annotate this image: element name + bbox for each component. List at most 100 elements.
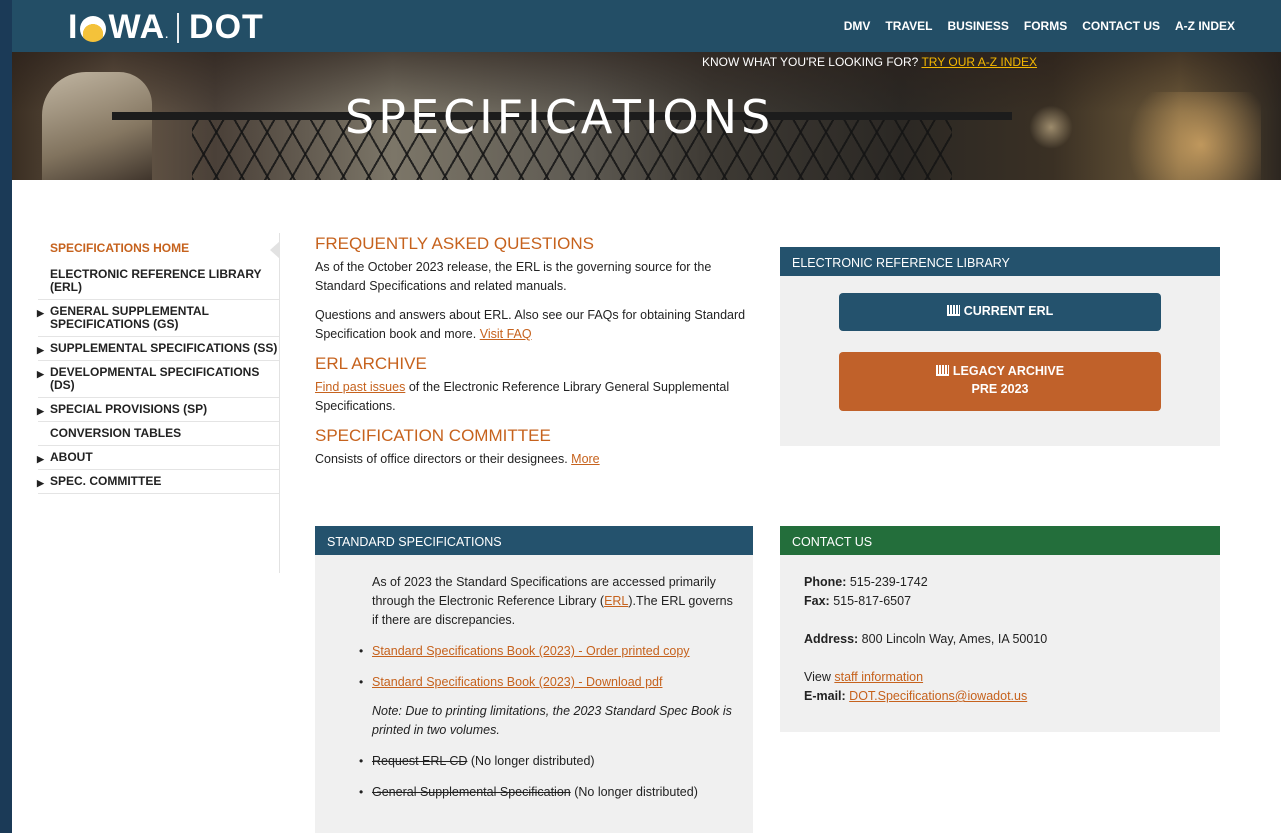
hero-worker-image	[42, 72, 152, 180]
sidebar-item-supplemental[interactable]: ▶ SUPPLEMENTAL SPECIFICATIONS (SS)	[37, 337, 279, 361]
list-item: Request ERL CD (No longer distributed)	[357, 752, 733, 771]
committee-text: Consists of office directors or their de…	[315, 452, 568, 466]
email-link[interactable]: DOT.Specifications@iowadot.us	[849, 689, 1027, 703]
sidebar-item-spec-committee[interactable]: ▶ SPEC. COMMITTEE	[37, 470, 279, 494]
sidebar-item-label: ABOUT	[50, 450, 93, 464]
expand-arrow-icon[interactable]: ▶	[37, 368, 44, 381]
logo-dot: DOT	[189, 8, 264, 46]
erl-panel: ELECTRONIC REFERENCE LIBRARY CURRENT ERL…	[780, 247, 1220, 446]
current-erl-button[interactable]: CURRENT ERL	[839, 293, 1161, 331]
logo-dot-mark: .	[165, 30, 170, 41]
nav-travel[interactable]: TRAVEL	[885, 19, 932, 33]
staff-information-link[interactable]: staff information	[834, 670, 923, 684]
sidebar-item-about[interactable]: ▶ ABOUT	[37, 446, 279, 470]
faq-paragraph-1: As of the October 2023 release, the ERL …	[315, 260, 712, 293]
find-past-issues-link[interactable]: Find past issues	[315, 380, 405, 394]
sidebar-item-label: SPECIAL PROVISIONS (SP)	[50, 402, 208, 416]
top-nav: DMV TRAVEL BUSINESS FORMS CONTACT US A-Z…	[844, 19, 1235, 33]
fax-value: 515-817-6507	[833, 594, 912, 608]
sidebar-item-label: DEVELOPMENTAL SPECIFICATIONS (DS)	[50, 365, 260, 392]
sidebar-item-label: SPEC. COMMITTEE	[50, 474, 162, 488]
expand-arrow-icon[interactable]: ▶	[37, 477, 44, 490]
address-row: Address: 800 Lincoln Way, Ames, IA 50010	[804, 630, 1196, 649]
sidebar-item-general-supplemental[interactable]: ▶ GENERAL SUPPLEMENTAL SPECIFICATIONS (G…	[37, 300, 279, 337]
sidebar-item-label: SPECIFICATIONS HOME	[50, 241, 190, 255]
erl-link[interactable]: ERL	[604, 594, 628, 608]
legacy-archive-label: LEGACY ARCHIVE	[952, 364, 1065, 378]
committee-paragraph: Consists of office directors or their de…	[315, 450, 755, 469]
iowa-dot-logo[interactable]: I WA . DOT	[68, 8, 264, 47]
request-erl-cd-note: (No longer distributed)	[467, 754, 595, 768]
az-index-link[interactable]: TRY OUR A-Z INDEX	[921, 55, 1037, 69]
phone-row: Phone: 515-239-1742	[804, 573, 1196, 592]
sidebar-item-erl[interactable]: ELECTRONIC REFERENCE LIBRARY (ERL)	[38, 263, 279, 300]
list-item: Standard Specifications Book (2023) - Do…	[357, 673, 733, 692]
hero-lights	[961, 92, 1261, 180]
standard-specifications-list: Standard Specifications Book (2023) - Or…	[357, 642, 733, 692]
erl-archive-heading: ERL ARCHIVE	[315, 354, 427, 373]
request-erl-cd-text: Request ERL CD	[372, 754, 468, 768]
download-pdf-link[interactable]: Standard Specifications Book (2023) - Do…	[372, 675, 662, 689]
books-icon	[935, 365, 949, 376]
erl-archive-paragraph: Find past issues of the Electronic Refer…	[315, 378, 755, 416]
sidebar-item-specifications-home[interactable]: SPECIFICATIONS HOME	[38, 233, 280, 263]
logo-divider	[177, 12, 180, 43]
general-supplemental-note: (No longer distributed)	[570, 785, 698, 799]
standard-specifications-intro: As of 2023 the Standard Specifications a…	[372, 573, 733, 630]
page: I WA . DOT DMV TRAVEL BUSINESS FORMS CON…	[12, 0, 1281, 833]
email-row: E-mail: DOT.Specifications@iowadot.us	[804, 687, 1196, 706]
visit-faq-link[interactable]: Visit FAQ	[480, 327, 532, 341]
faq-heading: FREQUENTLY ASKED QUESTIONS	[315, 234, 594, 253]
expand-arrow-icon[interactable]: ▶	[37, 453, 44, 466]
erl-panel-header: ELECTRONIC REFERENCE LIBRARY	[780, 247, 1220, 276]
sidebar-item-label: GENERAL SUPPLEMENTAL SPECIFICATIONS (GS)	[50, 304, 209, 331]
current-erl-label: CURRENT ERL	[963, 304, 1054, 318]
legacy-archive-button[interactable]: LEGACY ARCHIVE PRE 2023	[839, 352, 1161, 411]
general-supplemental-text: General Supplemental Specification	[372, 785, 571, 799]
discontinued-list: Request ERL CD (No longer distributed) G…	[357, 752, 733, 802]
contact-panel-header: CONTACT US	[780, 526, 1220, 555]
sidebar-item-developmental[interactable]: ▶ DEVELOPMENTAL SPECIFICATIONS (DS)	[37, 361, 279, 398]
contact-panel: CONTACT US Phone: 515-239-1742 Fax: 515-…	[780, 526, 1220, 732]
page-title: SPECIFICATIONS	[345, 90, 775, 144]
view-text: View	[804, 670, 831, 684]
hero-banner: KNOW WHAT YOU'RE LOOKING FOR? TRY OUR A-…	[12, 52, 1281, 180]
committee-heading: SPECIFICATION COMMITTEE	[315, 426, 551, 445]
logo-wa: WA	[108, 8, 166, 46]
sidebar-item-label: ELECTRONIC REFERENCE LIBRARY (ERL)	[50, 267, 262, 294]
expand-arrow-icon[interactable]: ▶	[37, 307, 44, 320]
logo-sun-icon	[80, 15, 107, 42]
expand-arrow-icon[interactable]: ▶	[37, 344, 44, 357]
phone-label: Phone:	[804, 575, 847, 589]
standard-specifications-panel: STANDARD SPECIFICATIONS As of 2023 the S…	[315, 526, 753, 833]
expand-arrow-icon[interactable]: ▶	[37, 405, 44, 418]
phone-value: 515-239-1742	[849, 575, 928, 589]
sidebar-nav: SPECIFICATIONS HOME ELECTRONIC REFERENCE…	[37, 233, 280, 573]
committee-more-link[interactable]: More	[571, 452, 599, 466]
nav-a-z-index[interactable]: A-Z INDEX	[1175, 19, 1235, 33]
address-label: Address:	[804, 632, 859, 646]
sidebar-item-special-provisions[interactable]: ▶ SPECIAL PROVISIONS (SP)	[37, 398, 279, 422]
nav-contact-us[interactable]: CONTACT US	[1082, 19, 1160, 33]
legacy-archive-sublabel: PRE 2023	[971, 382, 1029, 396]
sidebar-item-conversion-tables[interactable]: CONVERSION TABLES	[38, 422, 279, 446]
contact-body: Phone: 515-239-1742 Fax: 515-817-6507 Ad…	[780, 555, 1220, 724]
nav-forms[interactable]: FORMS	[1024, 19, 1067, 33]
list-item: Standard Specifications Book (2023) - Or…	[357, 642, 733, 661]
order-printed-copy-link[interactable]: Standard Specifications Book (2023) - Or…	[372, 644, 690, 658]
standard-specifications-header: STANDARD SPECIFICATIONS	[315, 526, 753, 555]
az-prompt: KNOW WHAT YOU'RE LOOKING FOR? TRY OUR A-…	[702, 55, 1037, 69]
fax-row: Fax: 515-817-6507	[804, 592, 1196, 611]
main-content: FREQUENTLY ASKED QUESTIONS As of the Oct…	[315, 234, 755, 479]
nav-dmv[interactable]: DMV	[844, 19, 871, 33]
nav-business[interactable]: BUSINESS	[948, 19, 1009, 33]
email-label: E-mail:	[804, 689, 846, 703]
sidebar-item-label: SUPPLEMENTAL SPECIFICATIONS (SS)	[50, 341, 278, 355]
sidebar-item-label: CONVERSION TABLES	[50, 426, 182, 440]
list-item: General Supplemental Specification (No l…	[357, 783, 733, 802]
staff-row: View staff information	[804, 668, 1196, 687]
standard-specifications-body: As of 2023 the Standard Specifications a…	[315, 555, 753, 802]
fax-label: Fax:	[804, 594, 830, 608]
